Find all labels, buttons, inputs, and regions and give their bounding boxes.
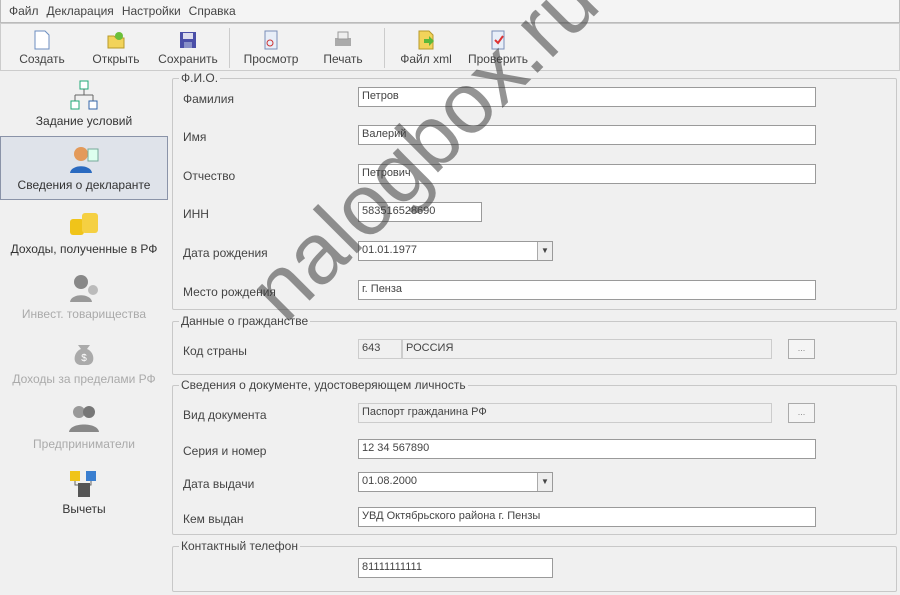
- country-code-field: 643: [358, 339, 402, 359]
- person-card-icon: [70, 147, 99, 173]
- chevron-down-icon[interactable]: ▼: [537, 242, 552, 260]
- tree-checklist-icon: [70, 80, 98, 110]
- menu-settings[interactable]: Настройки: [122, 4, 181, 18]
- preview-icon: [264, 30, 278, 50]
- name-label: Имя: [183, 130, 207, 144]
- sidebar-item-conditions[interactable]: Задание условий: [0, 73, 168, 137]
- new-file-icon: [34, 30, 50, 50]
- phone-input[interactable]: 81111111111: [358, 558, 553, 578]
- open-folder-icon: [107, 32, 125, 49]
- patronymic-label: Отчество: [183, 169, 236, 183]
- create-button[interactable]: Создать: [7, 26, 77, 66]
- toolbar-separator: [229, 28, 230, 68]
- issued-by-input[interactable]: УВД Октябрьского района г. Пензы: [358, 507, 816, 527]
- birthdate-picker[interactable]: 01.01.1977 ▼: [358, 241, 553, 261]
- sidebar-item-entrepreneurs[interactable]: Предприниматели: [0, 396, 168, 460]
- print-button[interactable]: Печать: [308, 26, 378, 66]
- calculator-coins-icon: [70, 471, 96, 497]
- coins-icon: [70, 213, 98, 235]
- save-button[interactable]: Сохранить: [153, 26, 223, 66]
- preview-button[interactable]: Просмотр: [236, 26, 306, 66]
- toolbar: Создать Открыть Сохранить Просмотр Печат…: [0, 23, 900, 71]
- series-label: Серия и номер: [183, 444, 267, 458]
- menu-file[interactable]: Файл: [9, 4, 39, 18]
- menu-help[interactable]: Справка: [189, 4, 236, 18]
- open-button[interactable]: Открыть: [81, 26, 151, 66]
- sidebar-item-income-rf[interactable]: Доходы, полученные в РФ: [0, 201, 168, 265]
- money-bag-icon: $: [74, 345, 94, 365]
- birthplace-input[interactable]: г. Пенза: [358, 280, 816, 300]
- floppy-disk-icon: [180, 32, 196, 48]
- chevron-down-icon[interactable]: ▼: [537, 473, 552, 491]
- doc-type-field: Паспорт гражданина РФ: [358, 403, 772, 423]
- birthdate-label: Дата рождения: [183, 246, 268, 260]
- menu-declaration[interactable]: Декларация: [47, 4, 114, 18]
- fio-group: Ф.И.О.: [172, 71, 897, 310]
- issue-date-picker[interactable]: 01.08.2000 ▼: [358, 472, 553, 492]
- patronymic-input[interactable]: Петрович: [358, 164, 816, 184]
- check-button[interactable]: Проверить: [463, 26, 533, 66]
- doc-type-label: Вид документа: [183, 408, 267, 422]
- menu-bar: Файл Декларация Настройки Справка: [0, 0, 900, 23]
- printer-icon: [335, 31, 351, 46]
- xml-file-button[interactable]: Файл xml: [391, 26, 461, 66]
- doc-type-browse-button[interactable]: ...: [788, 403, 815, 423]
- sidebar-item-invest[interactable]: Инвест. товарищества: [0, 266, 168, 330]
- country-browse-button[interactable]: ...: [788, 339, 815, 359]
- businessmen-icon: [69, 406, 99, 432]
- export-xml-icon: [418, 30, 434, 50]
- sidebar-item-declarant[interactable]: Сведения о декларанте: [0, 136, 168, 200]
- surname-label: Фамилия: [183, 92, 234, 106]
- country-code-label: Код страны: [183, 344, 247, 358]
- inn-label: ИНН: [183, 207, 209, 221]
- toolbar-separator: [384, 28, 385, 68]
- series-number-input[interactable]: 12 34 567890: [358, 439, 816, 459]
- issue-date-label: Дата выдачи: [183, 477, 255, 491]
- name-input[interactable]: Валерий: [358, 125, 816, 145]
- issued-by-label: Кем выдан: [183, 512, 244, 526]
- sidebar-item-deductions[interactable]: Вычеты: [0, 461, 168, 525]
- birthplace-label: Место рождения: [183, 285, 276, 299]
- inn-input[interactable]: 583516528690: [358, 202, 482, 222]
- surname-input[interactable]: Петров: [358, 87, 816, 107]
- svg-text:$: $: [81, 353, 87, 364]
- country-name-field: РОССИЯ: [402, 339, 772, 359]
- check-document-icon: [491, 30, 505, 50]
- partners-icon: [70, 275, 98, 302]
- sidebar-item-foreign-income[interactable]: $ Доходы за пределами РФ: [0, 331, 168, 395]
- sidebar: Задание условий Сведения о декларанте До…: [0, 73, 168, 595]
